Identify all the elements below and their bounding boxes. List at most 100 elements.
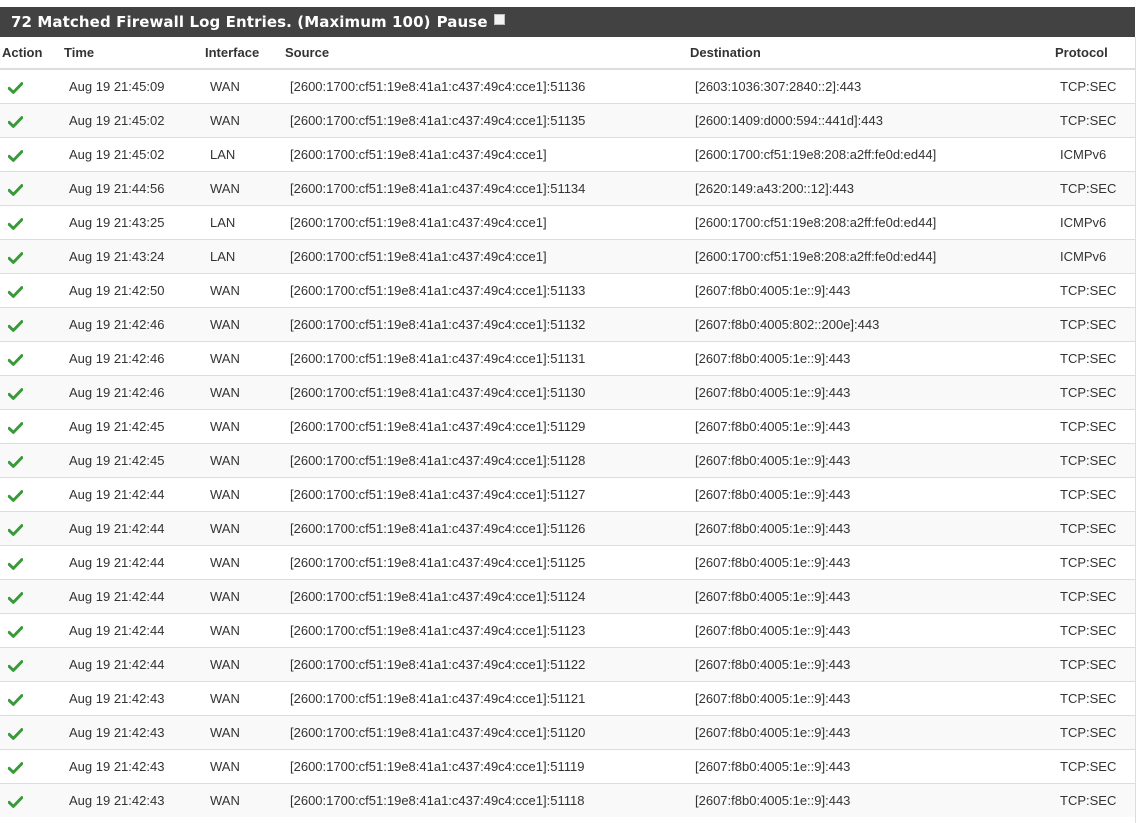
interface-cell: WAN	[204, 477, 284, 512]
destination-cell: [2600:1700:cf51:19e8:208:a2ff:fe0d:ed44]	[689, 137, 1054, 172]
panel-header: 72 Matched Firewall Log Entries. (Maximu…	[0, 7, 1135, 37]
table-row: Aug 19 21:42:43 WAN [2600:1700:cf51:19e8:4…	[0, 749, 1135, 784]
interface-cell: WAN	[204, 341, 284, 376]
check-icon[interactable]	[8, 285, 23, 298]
check-icon[interactable]	[8, 387, 23, 400]
table-body: Aug 19 21:45:09 WAN [2600:1700:cf51:19e8:4…	[0, 68, 1135, 817]
protocol-cell: TCP:SEC	[1054, 749, 1135, 784]
source-cell: [2600:1700:cf51:19e8:41a1:c437:49c4:cce1…	[284, 239, 689, 274]
source-cell: [2600:1700:cf51:19e8:41a1:c437:49c4:cce1…	[284, 205, 689, 240]
destination-cell: [2607:f8b0:4005:1e::9]:443	[689, 613, 1054, 648]
action-cell	[0, 171, 63, 206]
check-icon[interactable]	[8, 421, 23, 434]
protocol-cell: TCP:SEC	[1054, 647, 1135, 682]
action-cell	[0, 511, 63, 546]
panel-title: 72 Matched Firewall Log Entries. (Maximu…	[11, 13, 431, 31]
column-header-action[interactable]: Action	[0, 37, 63, 70]
interface-cell: WAN	[204, 68, 284, 104]
action-cell	[0, 273, 63, 308]
protocol-cell: TCP:SEC	[1054, 375, 1135, 410]
time-cell: Aug 19 21:42:46	[63, 375, 204, 410]
source-cell: [2600:1700:cf51:19e8:41a1:c437:49c4:cce1…	[284, 307, 689, 342]
time-cell: Aug 19 21:42:43	[63, 783, 204, 817]
check-icon[interactable]	[8, 319, 23, 332]
firewall-log-page: 72 Matched Firewall Log Entries. (Maximu…	[0, 0, 1140, 823]
protocol-cell: TCP:SEC	[1054, 409, 1135, 444]
check-icon[interactable]	[8, 217, 23, 230]
interface-cell: WAN	[204, 613, 284, 648]
check-icon[interactable]	[8, 353, 23, 366]
check-icon[interactable]	[8, 183, 23, 196]
source-cell: [2600:1700:cf51:19e8:41a1:c437:49c4:cce1…	[284, 273, 689, 308]
time-cell: Aug 19 21:45:02	[63, 137, 204, 172]
action-cell	[0, 239, 63, 274]
protocol-cell: TCP:SEC	[1054, 171, 1135, 206]
check-icon[interactable]	[8, 149, 23, 162]
source-cell: [2600:1700:cf51:19e8:41a1:c437:49c4:cce1…	[284, 613, 689, 648]
interface-cell: WAN	[204, 443, 284, 478]
column-header-destination[interactable]: Destination	[689, 37, 1054, 70]
time-cell: Aug 19 21:43:24	[63, 239, 204, 274]
pause-checkbox[interactable]	[493, 13, 505, 25]
time-cell: Aug 19 21:42:44	[63, 477, 204, 512]
column-header-protocol[interactable]: Protocol	[1054, 37, 1135, 70]
action-cell	[0, 579, 63, 614]
check-icon[interactable]	[8, 727, 23, 740]
destination-cell: [2607:f8b0:4005:1e::9]:443	[689, 681, 1054, 716]
check-icon[interactable]	[8, 489, 23, 502]
action-cell	[0, 103, 63, 138]
destination-cell: [2603:1036:307:2840::2]:443	[689, 68, 1054, 104]
destination-cell: [2620:149:a43:200::12]:443	[689, 171, 1054, 206]
table-row: Aug 19 21:42:45 WAN [2600:1700:cf51:19e8:4…	[0, 409, 1135, 444]
check-icon[interactable]	[8, 115, 23, 128]
destination-cell: [2607:f8b0:4005:1e::9]:443	[689, 783, 1054, 817]
interface-cell: LAN	[204, 137, 284, 172]
check-icon[interactable]	[8, 523, 23, 536]
time-cell: Aug 19 21:44:56	[63, 171, 204, 206]
protocol-cell: TCP:SEC	[1054, 68, 1135, 104]
column-header-interface[interactable]: Interface	[204, 37, 284, 70]
destination-cell: [2607:f8b0:4005:802::200e]:443	[689, 307, 1054, 342]
check-icon[interactable]	[8, 795, 23, 808]
time-cell: Aug 19 21:42:44	[63, 579, 204, 614]
table-row: Aug 19 21:45:02 WAN [2600:1700:cf51:19e8:4…	[0, 103, 1135, 138]
column-header-time[interactable]: Time	[63, 37, 204, 70]
column-header-source[interactable]: Source	[284, 37, 689, 70]
check-icon[interactable]	[8, 761, 23, 774]
protocol-cell: TCP:SEC	[1054, 783, 1135, 817]
check-icon[interactable]	[8, 625, 23, 638]
table-row: Aug 19 21:42:43 WAN [2600:1700:cf51:19e8:4…	[0, 783, 1135, 817]
table-row: Aug 19 21:42:43 WAN [2600:1700:cf51:19e8:4…	[0, 715, 1135, 750]
check-icon[interactable]	[8, 557, 23, 570]
table-row: Aug 19 21:43:24 LAN [2600:1700:cf51:19e8:4…	[0, 239, 1135, 274]
action-cell	[0, 68, 63, 104]
table-row: Aug 19 21:42:46 WAN [2600:1700:cf51:19e8:4…	[0, 307, 1135, 342]
time-cell: Aug 19 21:42:46	[63, 341, 204, 376]
source-cell: [2600:1700:cf51:19e8:41a1:c437:49c4:cce1…	[284, 783, 689, 817]
check-icon[interactable]	[8, 659, 23, 672]
protocol-cell: TCP:SEC	[1054, 477, 1135, 512]
protocol-cell: TCP:SEC	[1054, 341, 1135, 376]
source-cell: [2600:1700:cf51:19e8:41a1:c437:49c4:cce1…	[284, 647, 689, 682]
action-cell	[0, 783, 63, 817]
source-cell: [2600:1700:cf51:19e8:41a1:c437:49c4:cce1…	[284, 171, 689, 206]
protocol-cell: TCP:SEC	[1054, 681, 1135, 716]
check-icon[interactable]	[8, 455, 23, 468]
check-icon[interactable]	[8, 251, 23, 264]
check-icon[interactable]	[8, 693, 23, 706]
time-cell: Aug 19 21:42:46	[63, 307, 204, 342]
interface-cell: WAN	[204, 579, 284, 614]
pause-label: Pause	[436, 13, 488, 31]
destination-cell: [2607:f8b0:4005:1e::9]:443	[689, 341, 1054, 376]
check-icon[interactable]	[8, 591, 23, 604]
header-row: Action Time Interface Source Destination…	[0, 37, 1135, 70]
action-cell	[0, 409, 63, 444]
check-icon[interactable]	[8, 81, 23, 94]
destination-cell: [2607:f8b0:4005:1e::9]:443	[689, 749, 1054, 784]
source-cell: [2600:1700:cf51:19e8:41a1:c437:49c4:cce1…	[284, 579, 689, 614]
destination-cell: [2607:f8b0:4005:1e::9]:443	[689, 409, 1054, 444]
source-cell: [2600:1700:cf51:19e8:41a1:c437:49c4:cce1…	[284, 545, 689, 580]
interface-cell: WAN	[204, 647, 284, 682]
source-cell: [2600:1700:cf51:19e8:41a1:c437:49c4:cce1…	[284, 103, 689, 138]
time-cell: Aug 19 21:45:02	[63, 103, 204, 138]
